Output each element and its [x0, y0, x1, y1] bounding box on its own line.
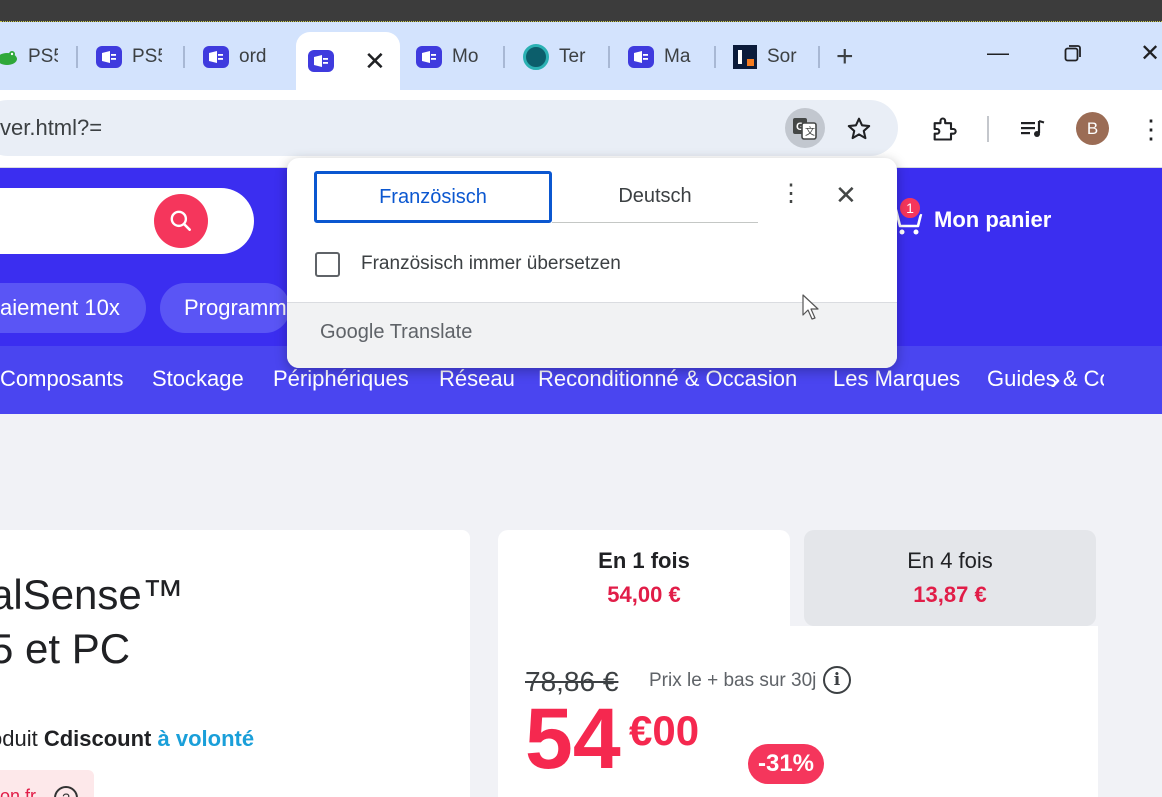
current-price: 54 €00 [525, 691, 700, 787]
site-icon [733, 45, 757, 69]
tab-title: PS5 [132, 46, 162, 67]
media-control-icon[interactable] [1018, 114, 1048, 144]
cart-label: Mon panier [934, 207, 1052, 232]
always-translate-checkbox[interactable] [315, 252, 340, 277]
browser-tab[interactable]: PS5 [96, 36, 162, 78]
crocodile-icon [0, 51, 17, 65]
seller-chip[interactable]: on.fr ? [0, 770, 94, 797]
browser-tab[interactable]: Ma [628, 36, 694, 78]
browser-tab[interactable]: PS5 [0, 36, 58, 78]
info-icon[interactable]: i [823, 666, 851, 694]
cart-count-badge: 1 [898, 196, 922, 220]
browser-tab[interactable]: Ter [523, 36, 589, 78]
minimize-icon[interactable]: — [987, 42, 1009, 64]
more-menu-icon[interactable]: ⋮ [1138, 114, 1162, 144]
translate-popup: Französisch Deutsch ⋮ ✕ Französisch imme… [287, 158, 897, 368]
tab-title: Sor [767, 46, 797, 67]
tab-separator [714, 46, 716, 68]
always-translate-label: Französisch immer übersetzen [361, 253, 621, 274]
close-icon[interactable]: ✕ [835, 182, 857, 208]
svg-text:文: 文 [805, 125, 815, 138]
payment-tab-4x[interactable]: En 4 fois 13,87 € [804, 530, 1096, 626]
product-title: alSense™ 5 et PC [0, 571, 184, 672]
tab-title: Mo [452, 46, 479, 67]
tab-separator [183, 46, 185, 68]
window-top-strip [0, 0, 1162, 22]
cdiscount-icon [628, 46, 654, 68]
browser-tab-active[interactable]: ✕ [296, 32, 400, 90]
price-panel: 78,86 € Prix le + bas sur 30j i 54 €00 -… [498, 626, 1098, 797]
category-marques[interactable]: Les Marques [833, 366, 960, 392]
more-options-icon[interactable]: ⋮ [779, 182, 803, 206]
new-tab-icon[interactable]: + [836, 42, 854, 72]
url-text[interactable]: ver.html?= [0, 115, 102, 141]
translate-icon[interactable]: G文 [785, 108, 825, 148]
product-subtitle: oduit Cdiscount à volonté [0, 726, 255, 751]
cart-button[interactable]: 1 Mon panier [888, 196, 1052, 236]
tab-separator [818, 46, 820, 68]
mouse-cursor-icon [802, 294, 819, 320]
tab-title: ord [239, 46, 267, 67]
restore-icon[interactable] [1064, 44, 1082, 66]
tab-title: PS5 [28, 46, 58, 67]
tab-close-icon[interactable]: ✕ [364, 48, 386, 74]
lowest-price-note: Prix le + bas sur 30j [649, 670, 817, 691]
discount-badge: -31% [748, 744, 824, 784]
cdiscount-icon [308, 50, 334, 72]
cdiscount-icon [96, 46, 122, 68]
product-card: alSense™ 5 et PC oduit Cdiscount à volon… [0, 530, 470, 797]
translate-target-tab[interactable]: Deutsch [552, 171, 758, 223]
search-button[interactable] [154, 194, 208, 248]
promo-pill-payment[interactable]: aiement 10x [0, 283, 146, 333]
translate-source-tab[interactable]: Französisch [314, 171, 552, 223]
tab-separator [503, 46, 505, 68]
category-composants[interactable]: Composants [0, 366, 124, 392]
browser-tab[interactable]: Sor [733, 36, 797, 78]
search-icon [170, 210, 191, 231]
window-close-icon[interactable]: ✕ [1140, 42, 1160, 66]
tab-title: Ter [559, 46, 586, 67]
category-reconditionne[interactable]: Reconditionné & Occasion [538, 366, 797, 392]
extensions-icon[interactable] [928, 114, 960, 144]
help-icon[interactable]: ? [54, 786, 78, 797]
tab-title: Ma [664, 46, 691, 67]
tab-separator [608, 46, 610, 68]
tab-strip: PS5 PS5 ord ✕ Mo Ter Ma Sor + — ✕ [0, 22, 1162, 90]
cdiscount-icon [416, 46, 442, 68]
volonte-link[interactable]: à volonté [158, 726, 255, 751]
google-translate-logo: Google Translate [320, 321, 473, 343]
teal-icon [523, 44, 549, 70]
payment-tab-1x[interactable]: En 1 fois 54,00 € [498, 530, 790, 630]
category-guides[interactable]: Guides & Co [987, 366, 1104, 392]
avatar[interactable]: B [1076, 112, 1109, 145]
cdiscount-icon [203, 46, 229, 68]
chevron-right-icon[interactable]: › [1050, 360, 1061, 397]
category-stockage[interactable]: Stockage [152, 366, 244, 392]
site-search-input[interactable] [0, 188, 254, 254]
browser-toolbar: ver.html?= G文 B ⋮ [0, 90, 1162, 168]
category-reseau[interactable]: Réseau [439, 366, 515, 392]
tab-separator [76, 46, 78, 68]
toolbar-divider [987, 116, 989, 142]
browser-tab[interactable]: ord [203, 36, 269, 78]
promo-pill-program[interactable]: Programm [160, 283, 290, 333]
address-bar[interactable]: ver.html?= [0, 100, 898, 156]
star-icon[interactable] [844, 114, 874, 144]
category-peripheriques[interactable]: Périphériques [273, 366, 409, 392]
browser-tab[interactable]: Mo [416, 36, 482, 78]
